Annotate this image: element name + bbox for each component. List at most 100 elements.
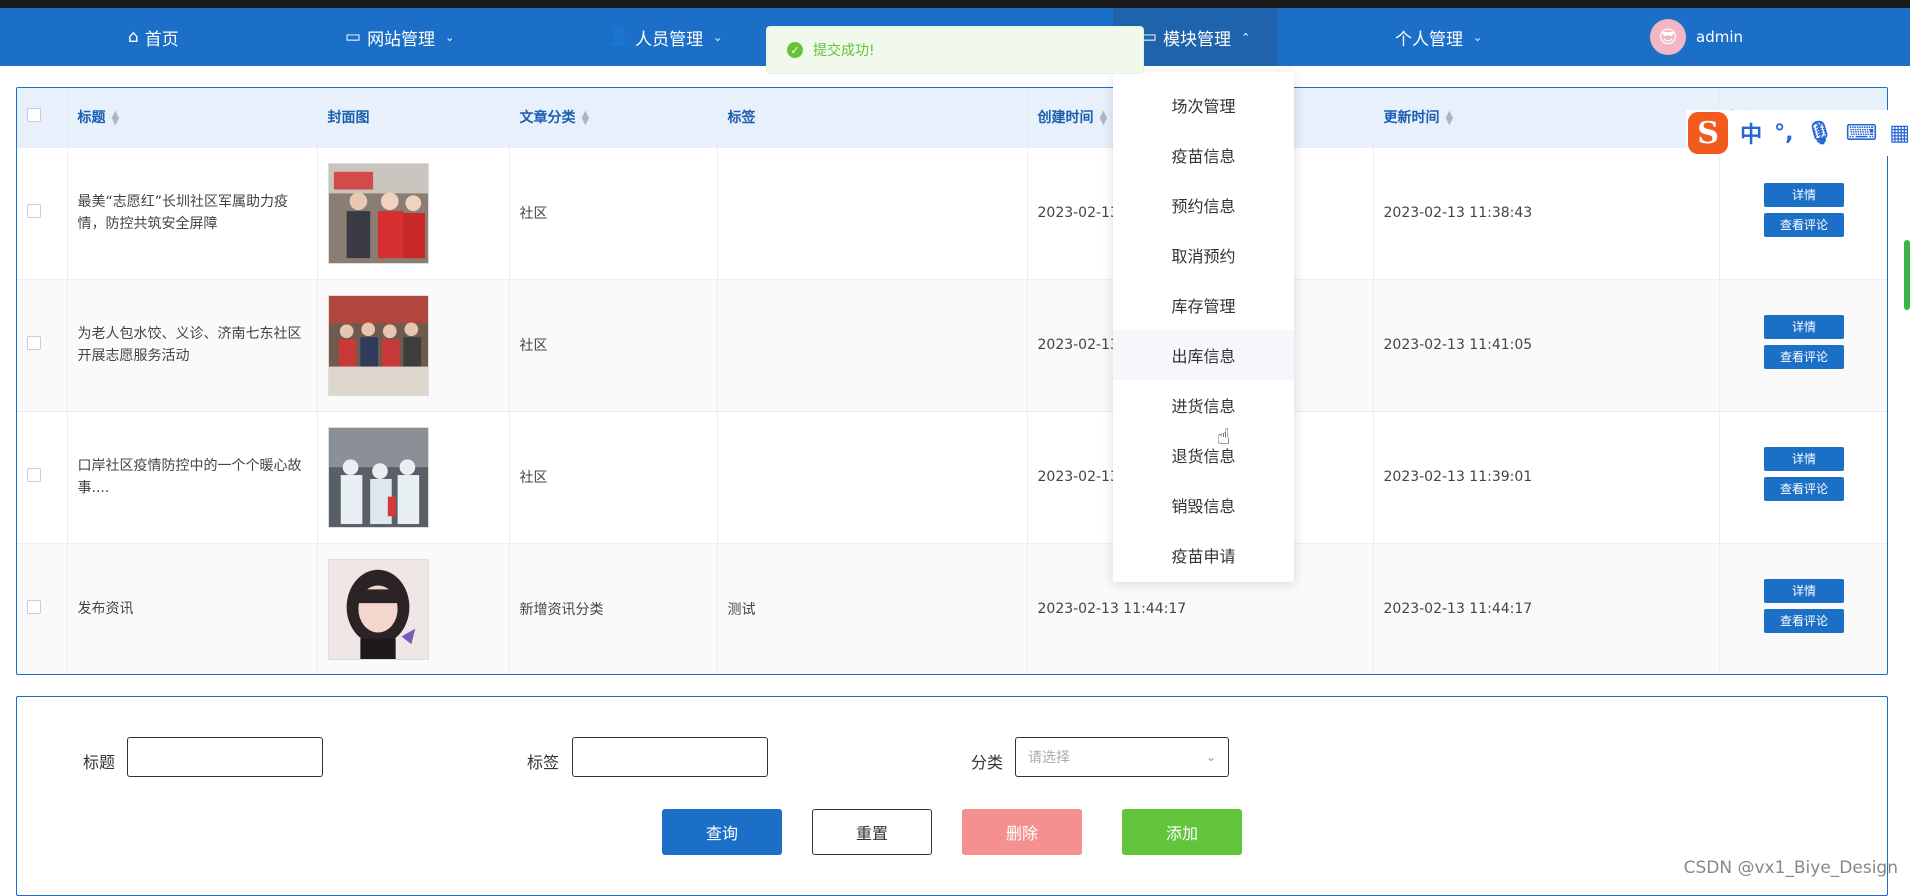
punctuation-icon[interactable]: °, [1774,121,1793,146]
ime-language-toggle[interactable]: 中 [1740,117,1762,149]
sort-icon[interactable]: ▲▼ [112,111,120,125]
row-checkbox[interactable] [27,468,41,482]
module-dropdown-menu: 场次管理 疫苗信息 预约信息 取消预约 库存管理 出库信息 进货信息 退货信息 … [1113,72,1294,582]
chevron-down-icon: ⌄ [1473,31,1482,44]
article-tag [717,147,1027,279]
view-comments-button[interactable]: 查看评论 [1764,477,1844,501]
nav-personal-management[interactable]: 个人管理 ⌄ [1395,8,1482,66]
menu-item-outbound[interactable]: 出库信息 [1113,330,1294,380]
row-checkbox[interactable] [27,204,41,218]
nav-site-label: 网站管理 [367,25,435,50]
search-panel: 标题 标签 分类 请选择 ⌄ 查询 重置 删除 添加 [16,696,1888,896]
home-icon: ⌂ [128,27,139,47]
menu-item-sessions[interactable]: 场次管理 [1113,80,1294,130]
apps-grid-icon[interactable]: ▦ [1889,121,1910,146]
article-tag [717,411,1027,543]
table-header-row: 标题▲▼ 封面图 文章分类▲▼ 标签 创建时间▲▼ 更新时间▲▼ 操作 [17,88,1888,147]
sort-icon[interactable]: ▲▼ [1100,111,1108,125]
article-category: 社区 [509,147,717,279]
title-field-label: 标题 [83,749,115,773]
toast-text: 提交成功! [813,40,875,60]
updated-time: 2023-02-13 11:38:43 [1373,147,1719,279]
column-header-category[interactable]: 文章分类▲▼ [509,88,717,147]
chevron-up-icon: ⌃ [1241,31,1250,44]
column-header-title[interactable]: 标题▲▼ [67,88,317,147]
reset-button[interactable]: 重置 [812,809,932,855]
tag-input[interactable] [572,737,768,777]
column-header-cover: 封面图 [317,88,509,147]
microphone-icon[interactable]: 🎙 [1806,121,1834,146]
row-checkbox[interactable] [27,600,41,614]
nav-module-label: 模块管理 [1163,25,1231,50]
menu-item-vaccine-application[interactable]: 疫苗申请 [1113,530,1294,580]
watermark: CSDN @vx1_Biye_Design [1684,858,1898,878]
article-tag [717,279,1027,411]
user-menu[interactable]: 😎 admin [1650,8,1743,66]
avatar: 😎 [1650,19,1686,55]
category-select[interactable]: 请选择 ⌄ [1015,737,1229,777]
updated-time: 2023-02-13 11:44:17 [1373,543,1719,675]
scrollbar[interactable] [1904,240,1910,310]
column-header-tag: 标签 [717,88,1027,147]
sort-icon[interactable]: ▲▼ [1446,111,1454,125]
category-select-placeholder: 请选择 [1028,747,1070,767]
article-category: 新增资讯分类 [509,543,717,675]
nav-people-management[interactable]: 👤 人员管理 ⌄ [608,8,722,66]
cover-image [328,295,429,396]
article-category: 社区 [509,411,717,543]
success-toast: ✓ 提交成功! [766,26,1144,74]
detail-button[interactable]: 详情 [1764,315,1844,339]
view-comments-button[interactable]: 查看评论 [1764,213,1844,237]
view-comments-button[interactable]: 查看评论 [1764,345,1844,369]
article-category: 社区 [509,279,717,411]
chevron-down-icon: ⌄ [713,31,722,44]
article-title: 为老人包水饺、义诊、济南七东社区开展志愿服务活动 [78,323,317,367]
nav-people-label: 人员管理 [635,25,703,50]
nav-site-management[interactable]: ▭ 网站管理 ⌄ [345,8,454,66]
row-checkbox[interactable] [27,336,41,350]
table-row: 发布资讯 新增资讯分类 测试 2023-02-13 11:44:17 2023-… [17,543,1888,675]
select-all-checkbox[interactable] [27,108,41,122]
nav-home-label: 首页 [145,25,179,50]
ime-toolbar[interactable]: S 中 °, 🎙 ⌨ ▦ [1686,110,1910,156]
user-name: admin [1696,28,1743,46]
category-field-label: 分类 [971,749,1003,773]
chevron-down-icon: ⌄ [1206,750,1216,764]
monitor-icon: ▭ [345,27,361,47]
check-circle-icon: ✓ [787,42,803,58]
add-button[interactable]: 添加 [1122,809,1242,855]
menu-item-appointments[interactable]: 预约信息 [1113,180,1294,230]
articles-table: 标题▲▼ 封面图 文章分类▲▼ 标签 创建时间▲▼ 更新时间▲▼ 操作 最美“志… [16,87,1888,675]
chevron-down-icon: ⌄ [445,31,454,44]
column-header-updated[interactable]: 更新时间▲▼ [1373,88,1719,147]
menu-item-cancel-appointments[interactable]: 取消预约 [1113,230,1294,280]
menu-item-inventory[interactable]: 库存管理 [1113,280,1294,330]
keyboard-icon[interactable]: ⌨ [1845,121,1877,146]
detail-button[interactable]: 详情 [1764,447,1844,471]
table-row: 最美“志愿红”长圳社区军属助力疫情，防控共筑安全屏障 社区 [17,147,1888,279]
user-icon: 👤 [608,27,629,47]
query-button[interactable]: 查询 [662,809,782,855]
cover-image [328,559,429,660]
view-comments-button[interactable]: 查看评论 [1764,609,1844,633]
menu-item-purchase[interactable]: 进货信息 [1113,380,1294,430]
detail-button[interactable]: 详情 [1764,579,1844,603]
table-row: 为老人包水饺、义诊、济南七东社区开展志愿服务活动 [17,279,1888,411]
cover-image [328,163,429,264]
nav-personal-label: 个人管理 [1395,25,1463,50]
updated-time: 2023-02-13 11:39:01 [1373,411,1719,543]
title-input[interactable] [127,737,323,777]
menu-item-vaccine-info[interactable]: 疫苗信息 [1113,130,1294,180]
sogou-logo-icon: S [1688,112,1728,154]
hand-cursor-icon: ☝ [1217,425,1230,450]
article-tag: 测试 [717,543,1027,675]
article-title: 口岸社区疫情防控中的一个个暖心故事.... [78,455,317,499]
cover-image [328,427,429,528]
menu-item-returns[interactable]: 退货信息 [1113,430,1294,480]
sort-icon[interactable]: ▲▼ [582,111,590,125]
menu-item-destruction[interactable]: 销毁信息 [1113,480,1294,530]
tag-field-label: 标签 [527,749,559,773]
delete-button[interactable]: 删除 [962,809,1082,855]
nav-home[interactable]: ⌂ 首页 [128,8,179,66]
detail-button[interactable]: 详情 [1764,183,1844,207]
